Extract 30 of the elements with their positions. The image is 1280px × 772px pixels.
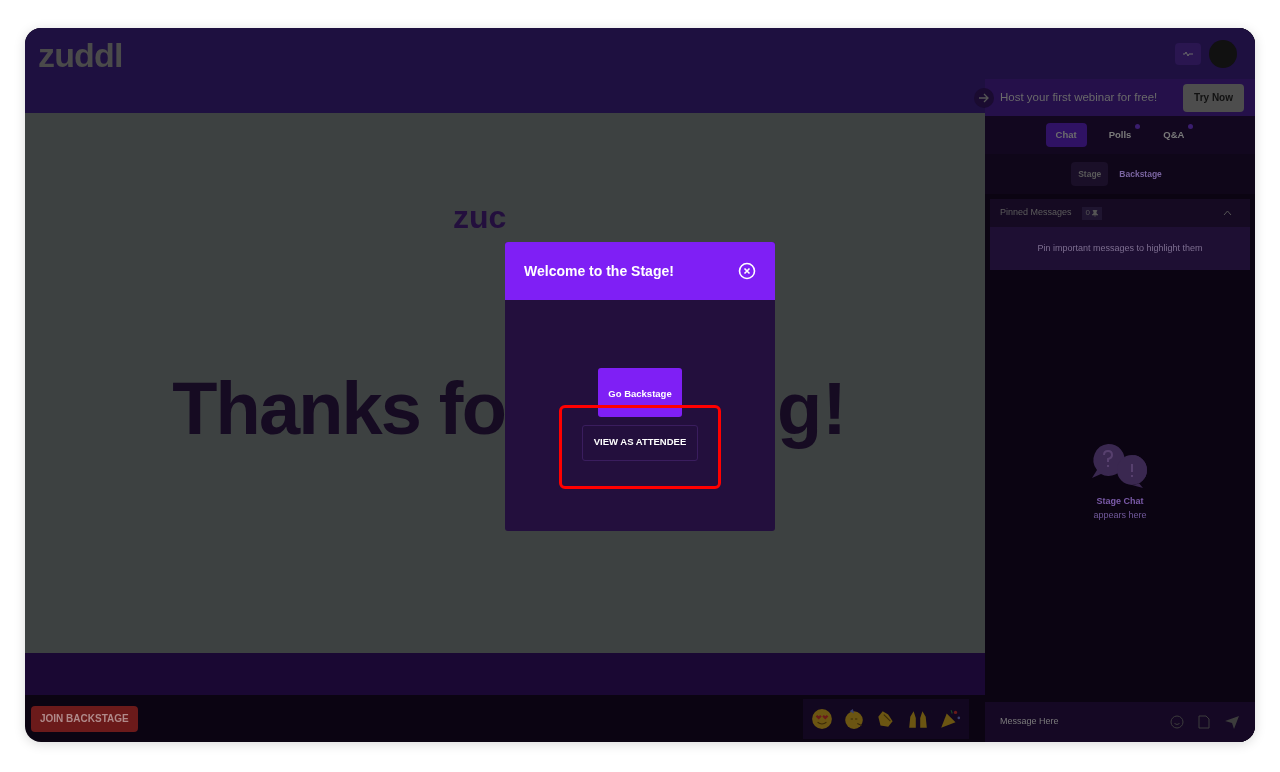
send-icon[interactable] [1224,714,1240,730]
pinned-title: Pinned Messages [1000,206,1072,220]
go-backstage-button[interactable]: Go Backstage [598,368,682,417]
chat-scope-tab[interactable]: Stage [1071,162,1109,186]
file-icon[interactable] [1198,715,1210,729]
chat-panel-tab[interactable]: Q&A [1153,123,1195,147]
view-as-attendee-button[interactable]: VIEW AS ATTENDEE [582,424,698,461]
join-backstage-button[interactable]: JOIN BACKSTAGE [31,705,138,732]
logo: zuddl [38,36,123,74]
pinned-empty-text: Pin important messages to highlight them [990,227,1250,270]
chat-bubbles-icon [1090,442,1150,490]
arrow-right-icon[interactable] [974,87,994,108]
chat-scope-tab[interactable]: Backstage [1112,162,1169,186]
chat-panel-tab[interactable]: Chat [1045,123,1087,147]
party-popper-icon[interactable] [939,707,961,730]
audio-indicator[interactable] [1175,42,1201,65]
modal-title: Welcome to the Stage! [524,261,674,281]
chat-empty-subtitle: appears here [1093,508,1147,522]
message-field[interactable]: Message Here [1000,715,1156,729]
pin-icon [1092,209,1098,217]
chevron-up-icon[interactable] [1223,210,1232,216]
heart-eyes-face-icon[interactable] [811,707,833,730]
try-now-button[interactable]: Try Now [1183,83,1244,112]
chat-panel-tab[interactable]: Polls [1098,123,1142,147]
close-icon[interactable] [738,262,756,280]
smiley-icon[interactable] [1170,715,1184,729]
promo-text: Host your first webinar for free! [1000,89,1159,105]
party-face-icon[interactable] [843,707,865,730]
chat-empty-title: Stage Chat [1096,495,1144,508]
waveform-icon [1183,50,1193,57]
